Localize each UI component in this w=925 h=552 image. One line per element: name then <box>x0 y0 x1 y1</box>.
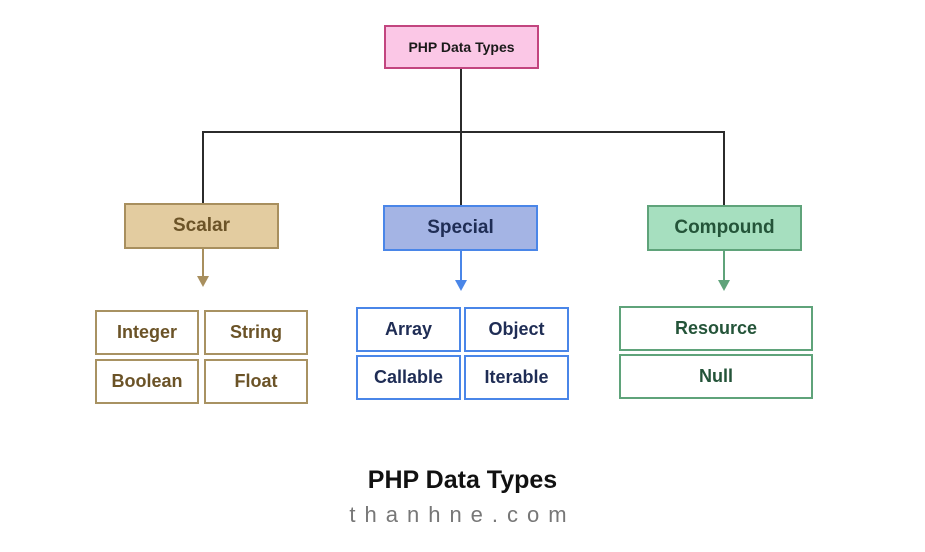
type-null: Null <box>619 354 813 399</box>
compound-connector <box>723 131 725 205</box>
special-arrow-icon <box>455 251 467 291</box>
root-node: PHP Data Types <box>384 25 539 69</box>
type-integer: Integer <box>95 310 199 355</box>
scalar-arrow-icon <box>197 249 209 287</box>
type-iterable: Iterable <box>464 355 569 400</box>
type-string: String <box>204 310 308 355</box>
caption-title: PHP Data Types <box>367 466 558 494</box>
type-float: Float <box>204 359 308 404</box>
compound-arrow-icon <box>718 251 730 291</box>
category-special: Special <box>383 205 538 251</box>
type-array: Array <box>356 307 461 352</box>
horizontal-connector <box>202 131 725 133</box>
category-scalar: Scalar <box>124 203 279 249</box>
category-compound: Compound <box>647 205 802 251</box>
caption-site: thanhne.com <box>349 502 576 527</box>
scalar-connector <box>202 131 204 203</box>
type-boolean: Boolean <box>95 359 199 404</box>
type-callable: Callable <box>356 355 461 400</box>
root-connector <box>460 69 462 205</box>
type-object: Object <box>464 307 569 352</box>
type-resource: Resource <box>619 306 813 351</box>
